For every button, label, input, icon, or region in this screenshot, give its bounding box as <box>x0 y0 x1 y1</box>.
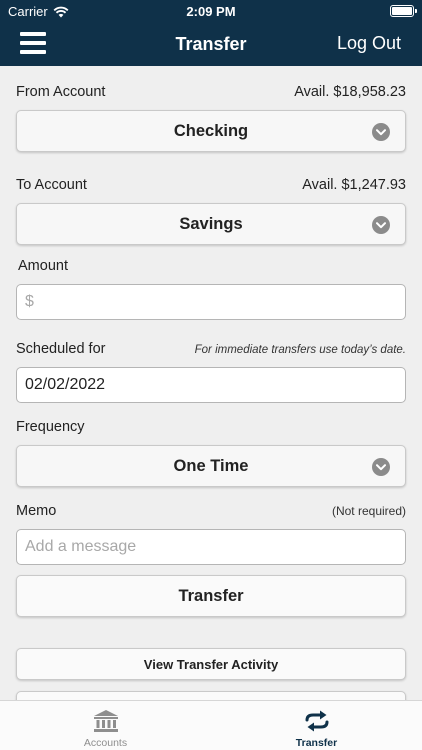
from-account-value: Checking <box>173 121 249 140</box>
tab-bar: Accounts Transfer <box>0 700 422 750</box>
transfer-form: From Account Avail. $18,958.23 Checking … <box>0 66 422 700</box>
scheduled-date-input[interactable]: 02/02/2022 <box>16 367 406 403</box>
amount-input[interactable]: $ <box>16 284 406 320</box>
battery-icon <box>390 5 417 17</box>
from-account-available: Avail. $18,958.23 <box>294 84 406 100</box>
transfer-arrows-icon <box>305 710 328 731</box>
scheduled-hint: For immediate transfers use today’s date… <box>194 344 406 356</box>
from-account-label: From Account <box>16 84 106 100</box>
logout-button[interactable]: Log Out <box>337 33 401 54</box>
tab-accounts[interactable]: Accounts <box>0 701 211 750</box>
status-bar: Carrier 2:09 PM <box>0 0 422 22</box>
amount-label-row: Amount <box>18 258 406 274</box>
to-account-label: To Account <box>16 177 87 193</box>
memo-label-row: Memo (Not required) <box>16 503 406 519</box>
to-account-value: Savings <box>179 214 243 233</box>
additional-button-partial[interactable] <box>16 691 406 700</box>
scheduled-label-row: Scheduled for For immediate transfers us… <box>16 341 406 357</box>
to-account-available: Avail. $1,247.93 <box>302 177 406 193</box>
frequency-value: One Time <box>173 456 249 475</box>
frequency-select[interactable]: One Time <box>16 445 406 487</box>
chevron-down-icon <box>372 458 390 476</box>
amount-label: Amount <box>18 258 68 274</box>
tab-transfer-label: Transfer <box>295 737 338 749</box>
view-transfer-activity-button[interactable]: View Transfer Activity <box>16 648 406 680</box>
frequency-label: Frequency <box>16 419 85 435</box>
bank-icon <box>93 709 118 732</box>
status-time: 2:09 PM <box>186 4 236 19</box>
nav-bar: Transfer Log Out <box>0 22 422 66</box>
frequency-label-row: Frequency <box>16 419 406 435</box>
scheduled-label: Scheduled for <box>16 341 106 357</box>
from-account-label-row: From Account Avail. $18,958.23 <box>16 84 406 100</box>
tab-accounts-label: Accounts <box>83 737 128 749</box>
chevron-down-icon <box>372 123 390 141</box>
chevron-down-icon <box>372 216 390 234</box>
memo-label: Memo <box>16 503 57 519</box>
to-account-select[interactable]: Savings <box>16 203 406 245</box>
tab-transfer[interactable]: Transfer <box>211 701 422 750</box>
transfer-button[interactable]: Transfer <box>16 575 406 617</box>
from-account-select[interactable]: Checking <box>16 110 406 152</box>
memo-input[interactable]: Add a message <box>16 529 406 565</box>
to-account-label-row: To Account Avail. $1,247.93 <box>16 177 406 193</box>
memo-note: (Not required) <box>331 504 406 518</box>
